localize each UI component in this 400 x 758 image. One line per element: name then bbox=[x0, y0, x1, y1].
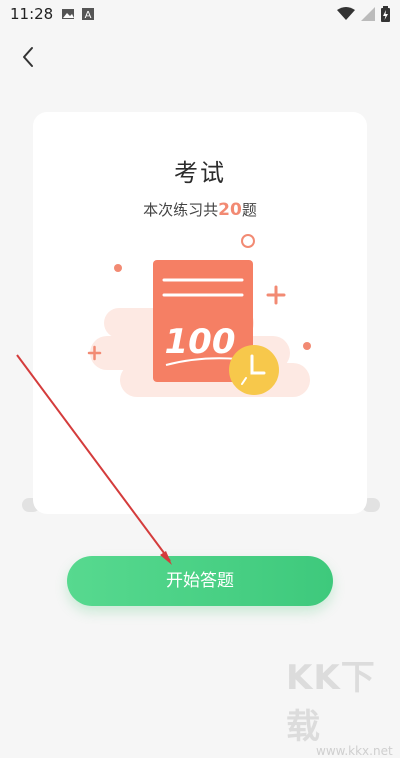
status-left: 11:28 A bbox=[10, 5, 95, 23]
dot-decoration bbox=[114, 264, 122, 272]
exam-illustration: 100 bbox=[87, 234, 311, 397]
clock-icon bbox=[229, 345, 279, 395]
status-right bbox=[337, 6, 390, 22]
a-notification-icon: A bbox=[82, 8, 95, 21]
status-bar: 11:28 A bbox=[0, 0, 400, 28]
chevron-left-icon bbox=[23, 47, 33, 67]
status-time: 11:28 bbox=[10, 5, 54, 23]
wifi-icon bbox=[337, 7, 355, 20]
battery-charging-icon bbox=[381, 6, 390, 22]
card-subtitle: 本次练习共20题 bbox=[0, 199, 400, 220]
question-count: 20 bbox=[218, 200, 242, 220]
svg-text:A: A bbox=[85, 10, 92, 21]
subtitle-prefix: 本次练习共 bbox=[143, 201, 219, 219]
start-answering-button[interactable]: 开始答题 bbox=[67, 556, 333, 606]
ring-decoration bbox=[241, 234, 255, 248]
image-icon bbox=[62, 9, 75, 19]
score-text: 100 bbox=[165, 322, 236, 362]
plus-icon bbox=[266, 285, 286, 305]
subtitle-suffix: 题 bbox=[241, 201, 257, 219]
watermark: KK下载 www.kkx.net bbox=[286, 650, 396, 758]
watermark-main: KK下载 bbox=[286, 658, 376, 747]
signal-icon bbox=[361, 7, 375, 21]
card-title: 考试 bbox=[174, 159, 226, 187]
status-notification-icons: A bbox=[61, 7, 95, 21]
back-button[interactable] bbox=[16, 44, 42, 70]
dot-decoration-right bbox=[303, 342, 311, 350]
